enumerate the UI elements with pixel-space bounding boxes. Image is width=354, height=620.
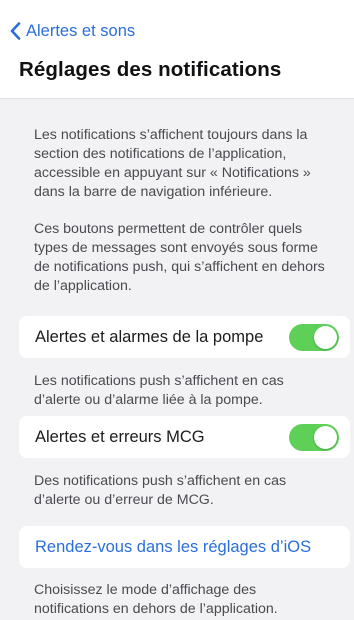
cgm-alerts-toggle[interactable] [289, 424, 339, 451]
toggle-knob [314, 326, 337, 349]
page-title: Réglages des notifications [19, 58, 282, 81]
intro-paragraph-1: Les notifications s’affichent toujours d… [34, 127, 311, 200]
toggle-knob [314, 426, 337, 449]
cgm-alerts-label: Alertes et erreurs MCG [35, 427, 205, 446]
navigation-header: Alertes et sons Réglages des notificatio… [0, 0, 354, 99]
intro-paragraph-2: Ces boutons permettent de contrôler quel… [34, 221, 325, 294]
setting-row-pump-alerts: Alertes et alarmes de la pompe [19, 316, 350, 358]
setting-row-cgm-alerts: Alertes et erreurs MCG [19, 416, 350, 458]
pump-alerts-toggle[interactable] [289, 324, 339, 351]
ios-settings-link[interactable]: Rendez-vous dans les réglages d’iOS [35, 538, 311, 557]
chevron-left-icon [10, 22, 21, 40]
cgm-alerts-footnote: Des notifications push s’affichent en ca… [34, 473, 287, 508]
back-button-label: Alertes et sons [26, 21, 136, 40]
ios-settings-footnote: Choisissez le mode d’affichage des notif… [34, 582, 278, 617]
pump-alerts-footnote: Les notifications push s’affichent en ca… [34, 373, 284, 408]
back-button[interactable]: Alertes et sons [10, 20, 135, 42]
pump-alerts-label: Alertes et alarmes de la pompe [35, 327, 264, 346]
ios-settings-row[interactable]: Rendez-vous dans les réglages d’iOS [19, 526, 350, 568]
